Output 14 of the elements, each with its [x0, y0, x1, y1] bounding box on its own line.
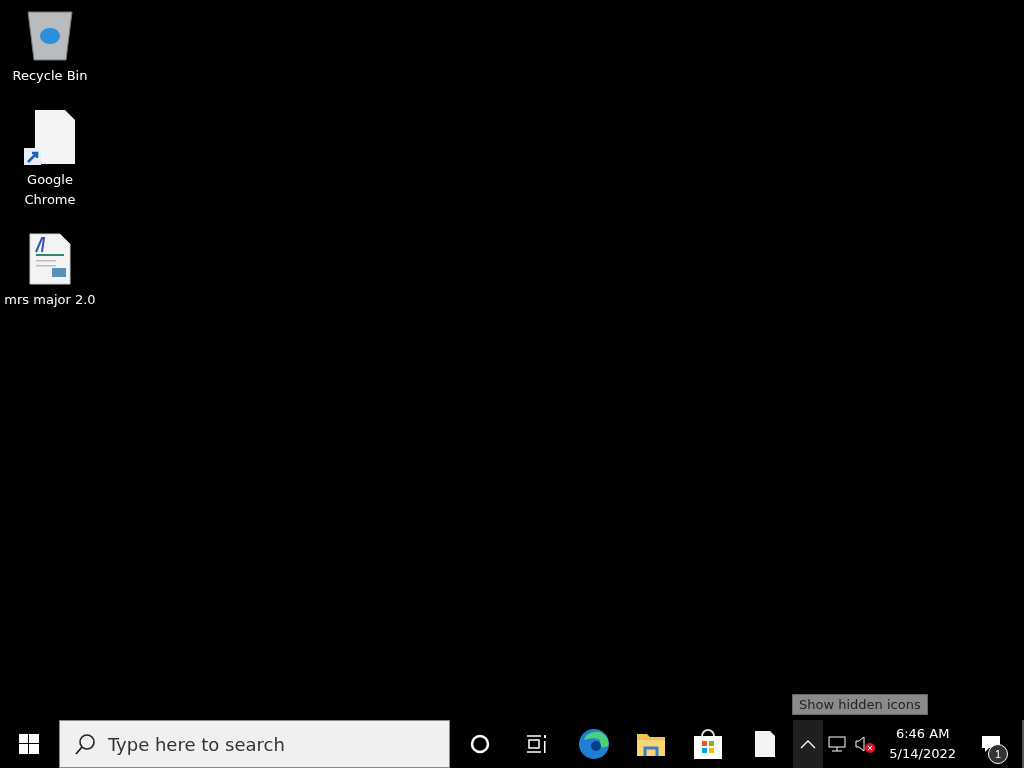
- chevron-up-icon[interactable]: [793, 720, 824, 768]
- desktop-icon-label[interactable]: Recycle Bin: [1, 66, 99, 86]
- search-bar[interactable]: Type here to search: [58, 720, 450, 768]
- search-input[interactable]: Type here to search: [105, 732, 440, 756]
- shortcut-file-icon: [23, 108, 77, 166]
- clock[interactable]: 6:46 AM 5/14/2022: [879, 724, 966, 764]
- desktop-icon-label[interactable]: mrs major 2.0: [1, 290, 99, 310]
- notifications-button[interactable]: 1: [966, 720, 1016, 768]
- windows-logo-icon: [19, 734, 40, 754]
- tooltip: Show hidden icons: [792, 694, 928, 715]
- desktop-icon-label[interactable]: Google Chrome: [1, 170, 99, 210]
- search-icon: [73, 733, 96, 755]
- recycle-bin-icon: [25, 8, 75, 62]
- document-icon: [28, 232, 72, 286]
